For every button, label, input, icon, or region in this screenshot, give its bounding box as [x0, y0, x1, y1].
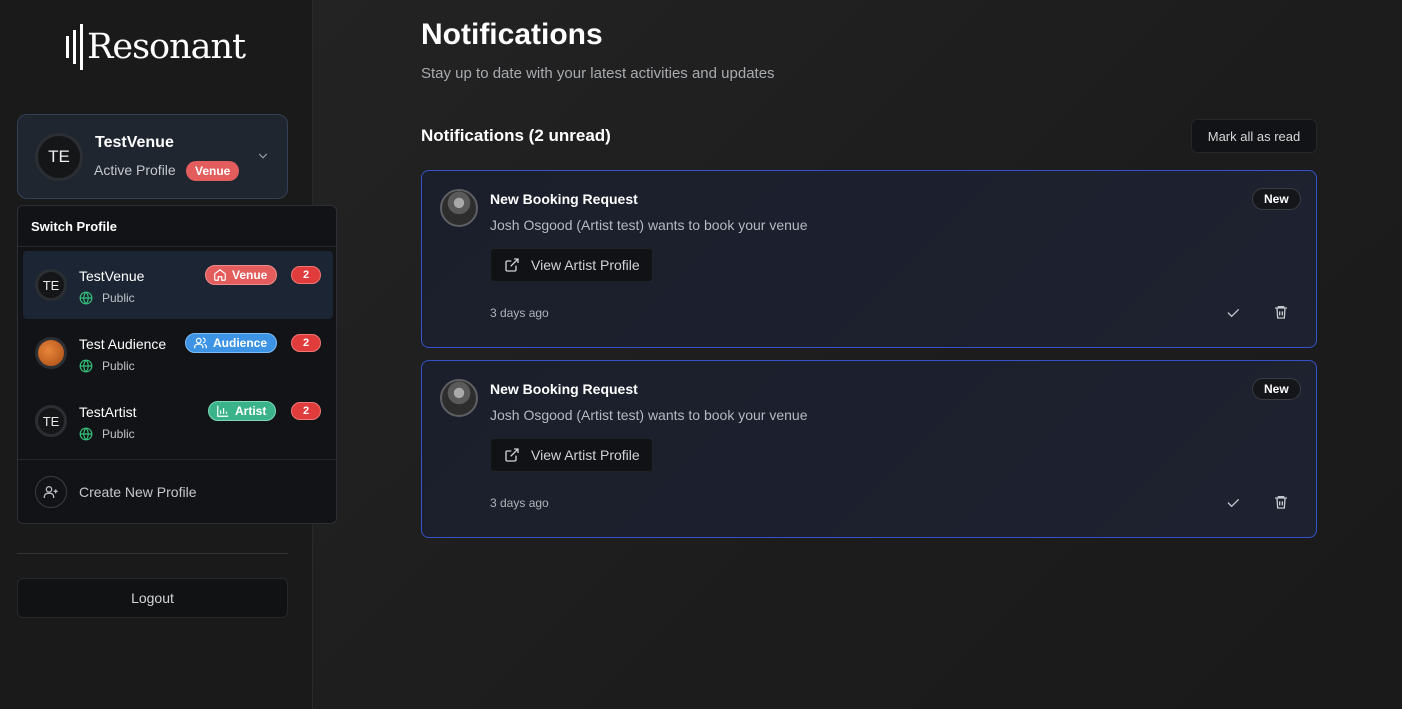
notification-time: 3 days ago: [490, 306, 549, 320]
view-artist-profile-button[interactable]: View Artist Profile: [490, 438, 653, 472]
avatar: [35, 337, 67, 369]
sidebar-divider: [17, 553, 288, 554]
globe-icon: [79, 359, 93, 373]
notification-card[interactable]: New Booking Request Josh Osgood (Artist …: [421, 170, 1317, 348]
active-profile-name: TestVenue: [95, 134, 174, 151]
avatar: [440, 379, 478, 417]
menu-divider: [18, 246, 336, 247]
globe-icon: [79, 427, 93, 441]
users-icon: [194, 337, 207, 349]
visibility-label: Public: [102, 427, 135, 441]
notification-card[interactable]: New Booking Request Josh Osgood (Artist …: [421, 360, 1317, 538]
active-profile-card[interactable]: TE TestVenue Active Profile Venue: [17, 114, 288, 199]
logo-bars-icon: [66, 24, 83, 70]
profile-item-testartist[interactable]: TE TestArtist Public Artist 2: [23, 387, 333, 455]
notification-message: Josh Osgood (Artist test) wants to book …: [490, 407, 808, 423]
notification-time: 3 days ago: [490, 496, 549, 510]
chevron-down-icon[interactable]: [256, 149, 270, 163]
notification-title: New Booking Request: [490, 381, 638, 397]
profile-visibility: Public: [79, 359, 135, 373]
active-profile-label: Active Profile: [94, 162, 176, 178]
view-artist-profile-button[interactable]: View Artist Profile: [490, 248, 653, 282]
audience-badge: Audience: [185, 333, 278, 353]
mark-all-read-button[interactable]: Mark all as read: [1191, 119, 1317, 153]
profile-item-name: TestVenue: [79, 268, 145, 284]
notification-message: Josh Osgood (Artist test) wants to book …: [490, 217, 808, 233]
venue-badge: Venue: [205, 265, 278, 285]
avatar: TE: [35, 133, 83, 181]
user-plus-icon: [35, 476, 67, 508]
notification-count-badge: 2: [291, 402, 321, 420]
avatar: TE: [35, 269, 67, 301]
page-subtitle: Stay up to date with your latest activit…: [421, 65, 775, 82]
home-icon: [214, 269, 226, 281]
create-profile-label: Create New Profile: [79, 484, 197, 500]
profile-item-test-audience[interactable]: Test Audience Public Audience 2: [23, 319, 333, 387]
view-profile-label: View Artist Profile: [531, 257, 640, 273]
notification-count-badge: 2: [291, 266, 321, 284]
profile-visibility: Public: [79, 427, 135, 441]
profile-item-name: TestArtist: [79, 404, 137, 420]
page-title: Notifications: [421, 18, 603, 51]
profile-item-testvenue[interactable]: TE TestVenue Public Venue 2: [23, 251, 333, 319]
avatar: TE: [35, 405, 67, 437]
trash-icon[interactable]: [1273, 304, 1289, 320]
brand-logo[interactable]: Resonant: [66, 24, 246, 70]
visibility-label: Public: [102, 291, 135, 305]
menu-divider: [18, 459, 336, 460]
create-new-profile-button[interactable]: Create New Profile: [35, 476, 197, 508]
logout-button[interactable]: Logout: [17, 578, 288, 618]
check-icon[interactable]: [1225, 305, 1241, 321]
bar-chart-icon: [217, 405, 229, 417]
avatar: [440, 189, 478, 227]
switch-profile-title: Switch Profile: [31, 219, 117, 234]
badge-label: Venue: [232, 268, 268, 282]
main-content: Notifications Stay up to date with your …: [313, 0, 1402, 709]
new-badge: New: [1252, 378, 1301, 400]
notification-count-badge: 2: [291, 334, 321, 352]
brand-name: Resonant: [87, 27, 246, 67]
badge-label: Audience: [213, 336, 268, 350]
switch-profile-menu: Switch Profile TE TestVenue Public Venue…: [17, 205, 337, 524]
profile-item-name: Test Audience: [79, 336, 167, 352]
check-icon[interactable]: [1225, 495, 1241, 511]
trash-icon[interactable]: [1273, 494, 1289, 510]
section-title: Notifications (2 unread): [421, 126, 611, 145]
new-badge: New: [1252, 188, 1301, 210]
badge-label: Artist: [235, 404, 267, 418]
app-root: Resonant TE TestVenue Active Profile Ven…: [0, 0, 1402, 709]
artist-badge: Artist: [208, 401, 277, 421]
view-profile-label: View Artist Profile: [531, 447, 640, 463]
globe-icon: [79, 291, 93, 305]
profile-visibility: Public: [79, 291, 135, 305]
profile-type-badge: Venue: [186, 161, 240, 181]
external-link-icon: [505, 448, 519, 462]
visibility-label: Public: [102, 359, 135, 373]
external-link-icon: [505, 258, 519, 272]
notification-title: New Booking Request: [490, 191, 638, 207]
